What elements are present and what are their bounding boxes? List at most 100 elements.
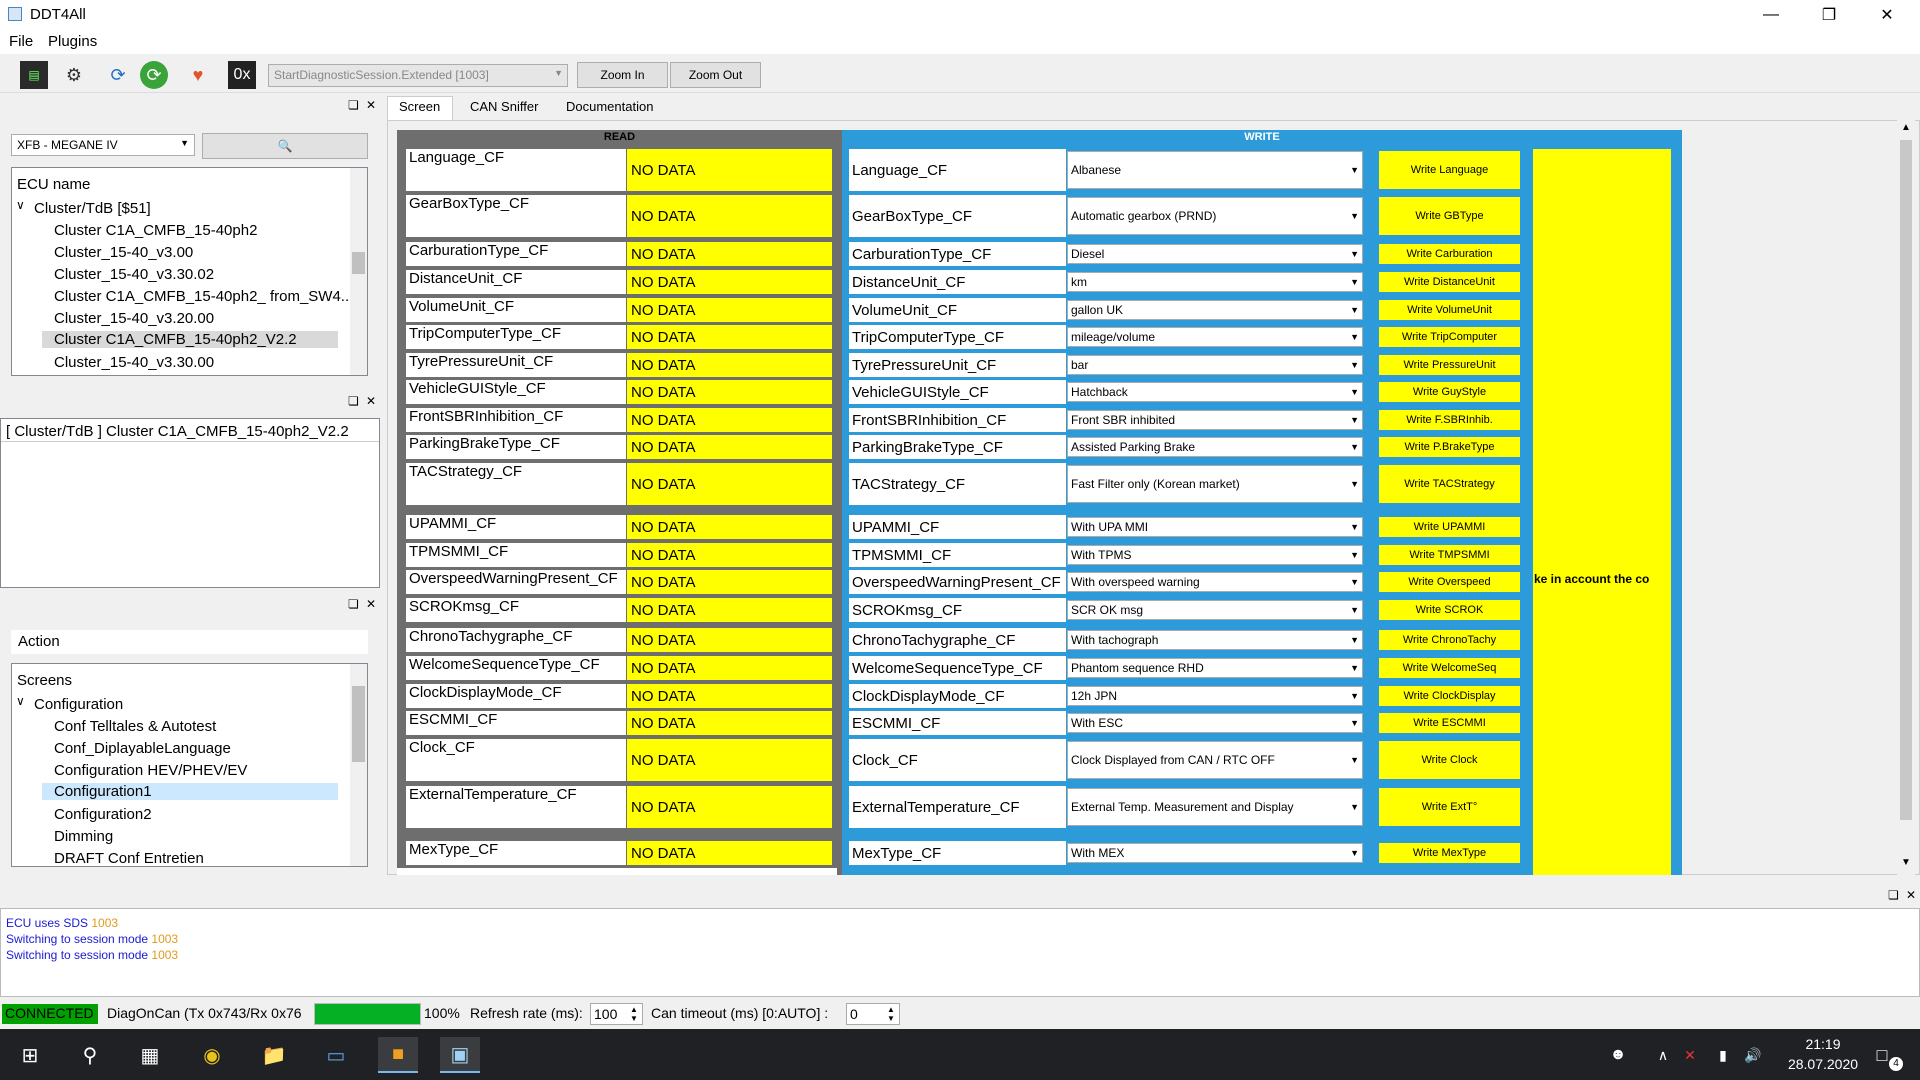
write-button[interactable]: Write WelcomeSeq <box>1377 656 1522 680</box>
write-button[interactable]: Write PressureUnit <box>1377 353 1522 377</box>
screen-item[interactable]: Dimming <box>54 828 113 845</box>
remote-desktop-icon[interactable]: ▭ <box>316 1037 356 1073</box>
menu-file[interactable]: File <box>9 33 33 50</box>
hex-icon[interactable]: 0x <box>228 61 256 89</box>
write-value-select[interactable]: With overspeed warning ▼ <box>1067 572 1363 592</box>
write-value-select[interactable]: Automatic gearbox (PRND) ▼ <box>1067 197 1363 235</box>
float-icon[interactable]: ❏ <box>348 98 359 112</box>
refresh-icon[interactable]: ⟳ <box>104 61 132 89</box>
ecu-item[interactable]: Cluster_15-40_v3.30.00 <box>54 354 214 371</box>
write-value-select[interactable]: Albanese ▼ <box>1067 151 1363 189</box>
write-button[interactable]: Write DistanceUnit <box>1377 270 1522 294</box>
connect-icon[interactable]: ⟳ <box>140 61 168 89</box>
write-value-select[interactable]: km ▼ <box>1067 272 1363 292</box>
screen-item[interactable]: Conf Telltales & Autotest <box>54 718 216 735</box>
tab-screen-label[interactable]: Screen <box>399 99 440 114</box>
ecu-item[interactable]: Cluster C1A_CMFB_15-40ph2_ from_SW4... <box>54 288 354 305</box>
write-button[interactable]: Write ClockDisplay <box>1377 684 1522 708</box>
write-button[interactable]: Write TMPSMMI <box>1377 543 1522 567</box>
vehicle-select[interactable]: XFB - MEGANE IV ▼ <box>11 134 195 156</box>
monitor-icon[interactable]: ▤ <box>20 61 48 89</box>
screen-item[interactable]: Configuration HEV/PHEV/EV <box>54 762 247 779</box>
close-icon[interactable]: ✕ <box>366 98 376 112</box>
ecu-item[interactable]: Cluster_15-40_v3.00 <box>54 244 193 261</box>
zoom-out-button[interactable]: Zoom Out <box>670 62 761 88</box>
menu-plugins[interactable]: Plugins <box>48 33 97 50</box>
write-button[interactable]: Write Language <box>1377 149 1522 191</box>
screen-item[interactable]: Configuration2 <box>54 806 152 823</box>
write-button[interactable]: Write ESCMMI <box>1377 711 1522 735</box>
write-button[interactable]: Write MexType <box>1377 841 1522 865</box>
chrome-icon[interactable]: ◉ <box>192 1037 232 1073</box>
ecu-group[interactable]: Cluster/TdB [$51] <box>34 200 151 217</box>
screen-item[interactable]: Conf_DiplayableLanguage <box>54 740 231 757</box>
file-explorer-icon[interactable]: 📁 <box>254 1037 294 1073</box>
write-button[interactable]: Write VolumeUnit <box>1377 298 1522 322</box>
write-button[interactable]: Write TACStrategy <box>1377 463 1522 505</box>
write-value-select[interactable]: With TPMS ▼ <box>1067 545 1363 565</box>
write-button[interactable]: Write F.SBRInhib. <box>1377 408 1522 432</box>
write-button[interactable]: Write ExtT° <box>1377 786 1522 828</box>
write-value-select[interactable]: Diesel ▼ <box>1067 244 1363 264</box>
selected-ecu-label[interactable]: [ Cluster/TdB ] Cluster C1A_CMFB_15-40ph… <box>6 423 349 440</box>
write-button[interactable]: Write Carburation <box>1377 242 1522 266</box>
float-icon[interactable]: ❏ <box>348 597 359 611</box>
chevron-down-icon[interactable]: ∨ <box>16 694 25 708</box>
write-button[interactable]: Write GBType <box>1377 195 1522 237</box>
heartbeat-icon[interactable]: ♥ <box>184 61 212 89</box>
network-scan-icon[interactable]: ⚙ <box>60 61 88 89</box>
ddt4all-window-icon[interactable]: ▣ <box>440 1037 480 1073</box>
close-icon[interactable]: ✕ <box>366 394 376 408</box>
write-value-select[interactable]: External Temp. Measurement and Display ▼ <box>1067 788 1363 826</box>
ddt4all-app-icon[interactable]: ■ <box>378 1037 418 1073</box>
windows-start-icon[interactable]: ⊞ <box>10 1037 50 1073</box>
write-value-select[interactable]: 12h JPN ▼ <box>1067 686 1363 706</box>
tab-can-sniffer[interactable]: CAN Sniffer <box>470 99 538 114</box>
close-button[interactable]: ✕ <box>1858 0 1916 30</box>
write-value-select[interactable]: Front SBR inhibited ▼ <box>1067 410 1363 430</box>
write-value-select[interactable]: gallon UK ▼ <box>1067 300 1363 320</box>
write-button[interactable]: Write Overspeed <box>1377 570 1522 594</box>
write-button[interactable]: Write GuyStyle <box>1377 380 1522 404</box>
chevron-down-icon[interactable]: ∨ <box>16 198 25 212</box>
write-value-select[interactable]: Phantom sequence RHD ▼ <box>1067 658 1363 678</box>
clock-time[interactable]: 21:19 <box>1778 1036 1868 1052</box>
clock-date[interactable]: 28.07.2020 <box>1778 1056 1868 1072</box>
chevron-up-icon[interactable]: ▲ <box>1901 122 1911 133</box>
write-value-select[interactable]: SCR OK msg ▼ <box>1067 600 1363 620</box>
zoom-in-button[interactable]: Zoom In <box>577 62 668 88</box>
screen-scrollbar[interactable]: ▲ ▼ <box>1897 120 1915 875</box>
timeout-stepper[interactable]: ▲ ▼ <box>887 1005 895 1023</box>
tab-documentation[interactable]: Documentation <box>566 99 653 114</box>
write-value-select[interactable]: mileage/volume ▼ <box>1067 327 1363 347</box>
screens-group[interactable]: Configuration <box>34 696 123 713</box>
write-value-select[interactable]: Assisted Parking Brake ▼ <box>1067 437 1363 457</box>
chevron-down-icon[interactable]: ▼ <box>1901 857 1911 868</box>
write-button[interactable]: Write P.BrakeType <box>1377 435 1522 459</box>
screen-item-selected[interactable]: Configuration1 <box>42 783 338 800</box>
search-icon[interactable]: ⚲ <box>70 1037 110 1073</box>
people-icon[interactable]: ☻ <box>1598 1037 1638 1073</box>
write-value-select[interactable]: bar ▼ <box>1067 355 1363 375</box>
write-value-select[interactable]: Hatchback ▼ <box>1067 382 1363 402</box>
close-icon[interactable]: ✕ <box>366 597 376 611</box>
write-value-select[interactable]: With tachograph ▼ <box>1067 630 1363 650</box>
volume-icon[interactable]: 🔊 <box>1733 1037 1773 1073</box>
ecu-item[interactable]: Cluster_15-40_v3.20.00 <box>54 310 214 327</box>
refresh-stepper[interactable]: ▲ ▼ <box>630 1005 638 1023</box>
minimize-button[interactable]: — <box>1742 0 1800 30</box>
ecu-item[interactable]: Cluster C1A_CMFB_15-40ph2 <box>54 222 257 239</box>
write-button[interactable]: Write SCROK <box>1377 598 1522 622</box>
float-icon[interactable]: ❏ <box>1888 888 1899 902</box>
maximize-button[interactable]: ❐ <box>1800 0 1858 30</box>
write-value-select[interactable]: Fast Filter only (Korean market) ▼ <box>1067 465 1363 503</box>
task-view-icon[interactable]: ▦ <box>130 1037 170 1073</box>
screen-item[interactable]: DRAFT Conf Entretien <box>54 850 204 867</box>
write-button[interactable]: Write UPAMMI <box>1377 515 1522 539</box>
write-value-select[interactable]: With UPA MMI ▼ <box>1067 517 1363 537</box>
ecu-item[interactable]: Cluster_15-40_v3.30.02 <box>54 266 214 283</box>
write-button[interactable]: Write ChronoTachy <box>1377 628 1522 652</box>
float-icon[interactable]: ❏ <box>348 394 359 408</box>
search-ecu-button[interactable]: 🔍 <box>202 133 368 159</box>
close-icon[interactable]: ✕ <box>1906 888 1916 902</box>
